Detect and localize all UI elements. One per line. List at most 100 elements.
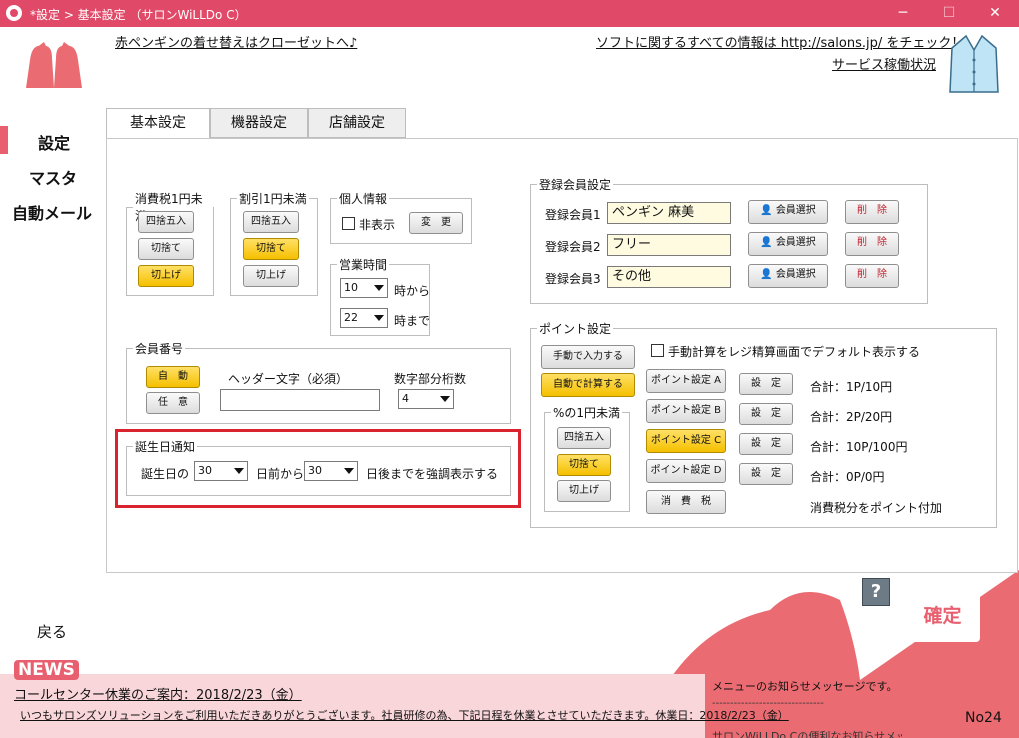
member-3-select-button[interactable]: 👤 会員選択 (748, 264, 828, 288)
point-setting-a-button[interactable]: ポイント設定 A (646, 369, 726, 393)
tax-point-note: 消費税分をポイント付加 (810, 501, 943, 515)
member-3-label: 登録会員3 (545, 272, 601, 286)
news-number: No24 (965, 710, 1002, 726)
birthday-before-select[interactable]: 30 (194, 461, 248, 481)
member-number-legend: 会員番号 (135, 342, 184, 356)
member-2-label: 登録会員2 (545, 240, 601, 254)
service-status-link[interactable]: サービス稼働状況 (832, 54, 936, 73)
auto-calc-button[interactable]: 自動で計算する (541, 373, 635, 397)
tab-basic-settings[interactable]: 基本設定 (106, 108, 210, 139)
news-area: NEWS コールセンター休業のご案内：2018/2/23（金） いつもサロンズソ… (0, 660, 1019, 738)
discount-rounding-legend: 割引1円未満 (239, 192, 307, 206)
minimize-button[interactable]: ─ (880, 0, 926, 27)
header-text-label: ヘッダー文字（必須） (228, 372, 349, 386)
chevron-down-icon (440, 396, 450, 402)
title-bar: *設定 > 基本設定 （サロンWiLLDo C） ─ ☐ ✕ (0, 0, 1019, 27)
change-button[interactable]: 変 更 (409, 212, 463, 234)
member-2-select-button[interactable]: 👤 会員選択 (748, 232, 828, 256)
digits-value: 4 (402, 392, 409, 405)
default-manual-checkbox[interactable] (651, 344, 664, 357)
percent-round-up-button[interactable]: 切上げ (557, 480, 611, 502)
closet-link[interactable]: 赤ペンギンの着せ替えはクローゼットへ♪ (115, 32, 357, 51)
default-manual-label: 手動計算をレジ精算画面でデフォルト表示する (668, 345, 921, 359)
digits-label: 数字部分桁数 (394, 372, 467, 386)
hide-personal-checkbox[interactable] (342, 217, 355, 230)
member-3-delete-button[interactable]: 削 除 (845, 264, 899, 288)
percent-round-half-button[interactable]: 四捨五入 (557, 427, 611, 449)
member-1-select-button[interactable]: 👤 会員選択 (748, 200, 828, 224)
hide-personal-label: 非表示 (359, 218, 396, 232)
point-a-total: 合計：1P/10円 (810, 380, 893, 394)
point-c-set-button[interactable]: 設 定 (739, 433, 793, 455)
shirt-icon[interactable] (946, 30, 1002, 98)
chevron-down-icon (344, 468, 354, 474)
chevron-down-icon (374, 285, 384, 291)
info-link[interactable]: ソフトに関するすべての情報は http://salons.jp/ をチェック！ (596, 32, 964, 51)
help-button[interactable]: ? (862, 578, 890, 606)
discount-round-down-button[interactable]: 切捨て (243, 238, 299, 260)
header-text-input[interactable] (220, 389, 380, 411)
open-hour-select[interactable]: 10 (340, 278, 388, 298)
birthday-before-suffix: 日前から (256, 467, 305, 481)
registered-members-legend: 登録会員設定 (539, 178, 612, 192)
point-d-total: 合計：0P/0円 (810, 470, 885, 484)
member-1-label: 登録会員1 (545, 208, 601, 222)
point-setting-c-button[interactable]: ポイント設定 C (646, 429, 726, 453)
birthday-prefix: 誕生日の (141, 467, 190, 481)
tab-device-settings[interactable]: 機器設定 (210, 108, 308, 138)
member-2-field[interactable]: フリー (607, 234, 731, 256)
birthday-after-select[interactable]: 30 (304, 461, 358, 481)
birthday-after-suffix: 日後までを強調表示する (366, 467, 499, 481)
news-badge: NEWS (14, 660, 79, 680)
close-hour-select[interactable]: 22 (340, 308, 388, 328)
user-icon: 👤 (760, 269, 773, 280)
point-b-set-button[interactable]: 設 定 (739, 403, 793, 425)
menu-message-cut: サロンWiLLDo Cの便利なお知らせメッセージ (712, 730, 902, 738)
point-setting-b-button[interactable]: ポイント設定 B (646, 399, 726, 423)
member-2-delete-button[interactable]: 削 除 (845, 232, 899, 256)
tax-round-up-button[interactable]: 切上げ (138, 265, 194, 287)
member-3-field[interactable]: その他 (607, 266, 731, 288)
back-button[interactable]: 戻る (37, 621, 67, 642)
news-headline[interactable]: コールセンター休業のご案内：2018/2/23（金） (14, 684, 302, 703)
tax-round-half-button[interactable]: 四捨五入 (138, 211, 194, 233)
birthday-legend: 誕生日通知 (135, 440, 196, 454)
open-hour-suffix: 時から (394, 284, 431, 298)
business-hours-legend: 営業時間 (339, 258, 388, 272)
personal-info-legend: 個人情報 (339, 192, 388, 206)
point-d-set-button[interactable]: 設 定 (739, 463, 793, 485)
tax-round-down-button[interactable]: 切捨て (138, 238, 194, 260)
birthday-after-value: 30 (308, 464, 322, 477)
birthday-before-value: 30 (198, 464, 212, 477)
digits-select[interactable]: 4 (398, 389, 454, 409)
tab-store-settings[interactable]: 店舗設定 (308, 108, 406, 138)
percent-round-down-button[interactable]: 切捨て (557, 454, 611, 476)
user-icon: 👤 (760, 237, 773, 248)
close-button[interactable]: ✕ (972, 0, 1018, 27)
member-1-field[interactable]: ペンギン 麻美 (607, 202, 731, 224)
member-1-select-label: 会員選択 (775, 205, 816, 216)
penguin-logo-icon (26, 42, 82, 88)
member-number-manual-button[interactable]: 任 意 (146, 392, 200, 414)
manual-input-button[interactable]: 手動で入力する (541, 345, 635, 369)
point-setting-d-button[interactable]: ポイント設定 D (646, 459, 726, 483)
confirm-button[interactable]: 確定 (905, 590, 980, 642)
discount-round-up-button[interactable]: 切上げ (243, 265, 299, 287)
member-number-auto-button[interactable]: 自 動 (146, 366, 200, 388)
nav-master[interactable]: マスタ (29, 165, 77, 189)
close-hour-suffix: 時まで (394, 314, 431, 328)
chevron-down-icon (234, 468, 244, 474)
point-a-set-button[interactable]: 設 定 (739, 373, 793, 395)
menu-message: メニューのお知らせメッセージです。 (712, 680, 898, 693)
discount-round-half-button[interactable]: 四捨五入 (243, 211, 299, 233)
nav-auto-mail[interactable]: 自動メール (12, 200, 92, 224)
nav-settings[interactable]: 設定 (38, 130, 70, 154)
consumption-tax-button[interactable]: 消 費 税 (646, 490, 726, 514)
point-c-total: 合計：10P/100円 (810, 440, 908, 454)
chevron-down-icon (374, 315, 384, 321)
member-3-select-label: 会員選択 (775, 269, 816, 280)
member-1-delete-button[interactable]: 削 除 (845, 200, 899, 224)
member-2-select-label: 会員選択 (775, 237, 816, 248)
maximize-button[interactable]: ☐ (926, 0, 972, 27)
news-body[interactable]: いつもサロンズソリューションをご利用いただきありがとうございます。社員研修の為、… (20, 707, 789, 723)
